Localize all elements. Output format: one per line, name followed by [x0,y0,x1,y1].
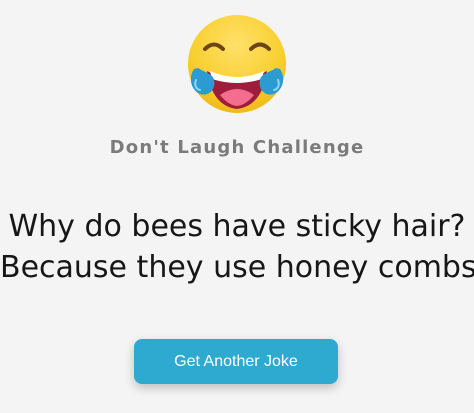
tears-of-joy-emoji-icon [186,13,288,115]
joke-text: Why do bees have sticky hair? Because th… [0,206,474,288]
subtitle: Don't Laugh Challenge [109,137,365,158]
joke-app: Don't Laugh Challenge Why do bees have s… [0,0,474,413]
button-label: Get Another Joke [174,353,298,370]
joke-question: Why do bees have sticky hair? [8,209,466,244]
get-another-joke-button[interactable]: Get Another Joke [134,339,338,384]
joke-answer: Because they use honey combs! [0,250,474,285]
